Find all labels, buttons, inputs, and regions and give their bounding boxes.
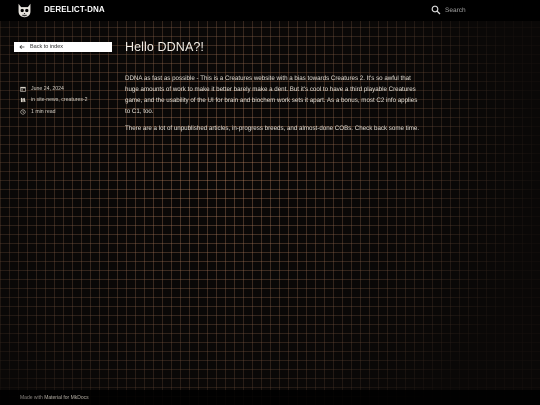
footer-made-with: Made with xyxy=(20,394,45,401)
article-content: Hello DDNA?! DDNA as fast as possible - … xyxy=(125,40,423,132)
cat-skull-logo[interactable] xyxy=(16,2,33,19)
article-paragraph-1: DDNA as fast as possible - This is a Cre… xyxy=(125,75,418,115)
page-title: Hello DDNA?! xyxy=(125,40,205,54)
footer-credit: Made with Material for MkDocs xyxy=(20,395,89,401)
calendar-icon xyxy=(20,86,26,92)
clock-icon xyxy=(20,109,26,115)
search-bar[interactable] xyxy=(431,4,535,16)
post-metadata: June 24, 2024 in site-news, creatures-2 … xyxy=(20,83,88,118)
back-to-index-label: Back to index xyxy=(30,44,64,50)
post-date-row: June 24, 2024 xyxy=(20,83,88,95)
footer-framework-link[interactable]: Material for MkDocs xyxy=(44,395,88,401)
site-header: DERELICT-DNA xyxy=(0,0,540,21)
arrow-left-icon xyxy=(19,44,25,50)
site-footer: Made with Material for MkDocs xyxy=(0,390,540,405)
post-date: June 24, 2024 xyxy=(31,85,64,92)
bookshelf-icon xyxy=(20,98,26,103)
read-time: 1 min read xyxy=(31,108,56,115)
site-title[interactable]: DERELICT-DNA xyxy=(44,5,105,14)
back-to-index-link[interactable]: Back to index xyxy=(14,42,112,52)
read-time-row: 1 min read xyxy=(20,106,88,118)
category-link-site-news[interactable]: site-news xyxy=(36,97,58,103)
article-paragraph-2: There are a lot of unpublished articles,… xyxy=(125,125,420,132)
search-input[interactable] xyxy=(445,4,535,16)
category-link-creatures-2[interactable]: creatures-2 xyxy=(61,97,87,103)
search-icon[interactable] xyxy=(431,5,441,15)
post-categories-row: in site-news, creatures-2 xyxy=(20,95,88,107)
